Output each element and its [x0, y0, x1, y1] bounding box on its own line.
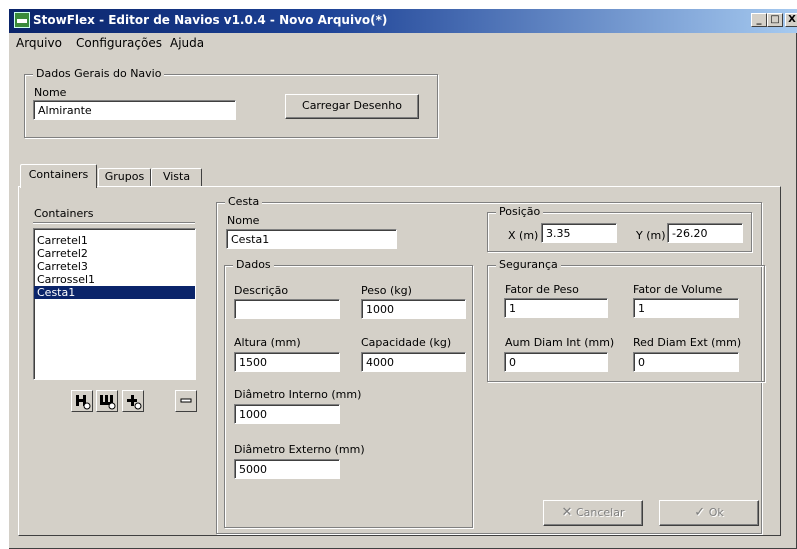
cesta-nome-label: Nome: [227, 214, 260, 227]
posicao-legend: Posição: [496, 205, 544, 218]
descricao-label: Descrição: [234, 284, 289, 297]
cesta-legend: Cesta: [225, 195, 263, 208]
red-diam-ext-label: Red Diam Ext (mm): [633, 336, 742, 349]
containers-title-divider: [33, 222, 195, 223]
capacidade-label: Capacidade (kg): [361, 336, 452, 349]
aum-diam-int-input[interactable]: 0: [504, 352, 608, 372]
peso-input[interactable]: 1000: [361, 299, 466, 319]
title-bar[interactable]: StowFlex - Editor de Navios v1.0.4 - Nov…: [9, 9, 797, 33]
minimize-button[interactable]: _: [751, 13, 767, 27]
cesta-nome-input[interactable]: Cesta1: [226, 229, 397, 249]
diametro-interno-label: Diâmetro Interno (mm): [234, 388, 362, 401]
altura-label: Altura (mm): [234, 336, 301, 349]
app-icon: [14, 12, 30, 28]
y-label: Y (m): [636, 229, 666, 242]
add-group-icon: [100, 395, 116, 410]
close-button[interactable]: X: [785, 13, 797, 27]
ok-label: Ok: [708, 506, 724, 519]
red-diam-ext-input[interactable]: 0: [633, 352, 739, 372]
containers-list-title: Containers: [34, 207, 94, 220]
diametro-interno-input[interactable]: 1000: [234, 404, 340, 424]
menu-configuracoes[interactable]: Configurações: [76, 36, 162, 50]
diametro-externo-label: Diâmetro Externo (mm): [234, 443, 365, 456]
carregar-desenho-button[interactable]: Carregar Desenho: [285, 94, 419, 119]
check-icon: ✓: [694, 505, 706, 520]
diametro-externo-input[interactable]: 5000: [234, 459, 340, 479]
cancelar-button[interactable]: ✕ Cancelar: [543, 500, 643, 526]
remove-icon: [180, 398, 192, 403]
fator-peso-input[interactable]: 1: [504, 298, 608, 318]
cancel-icon: ✕: [561, 505, 573, 520]
fator-volume-label: Fator de Volume: [633, 283, 723, 296]
navio-nome-label: Nome: [34, 86, 67, 99]
insert-icon: [127, 395, 142, 410]
fator-volume-input[interactable]: 1: [633, 298, 739, 318]
dados-legend: Dados: [233, 258, 274, 271]
aum-diam-int-label: Aum Diam Int (mm): [505, 336, 615, 349]
descricao-input[interactable]: [234, 299, 340, 319]
tab-containers[interactable]: Containers: [20, 164, 97, 188]
menu-ajuda[interactable]: Ajuda: [170, 36, 204, 50]
list-item[interactable]: Carretel1: [34, 234, 195, 247]
insert-button[interactable]: [122, 390, 144, 412]
menu-arquivo[interactable]: Arquivo: [16, 36, 62, 50]
tab-vista[interactable]: Vista: [151, 168, 202, 187]
add-container-icon: [76, 395, 91, 410]
maximize-button[interactable]: □: [767, 13, 783, 27]
window-title: StowFlex - Editor de Navios v1.0.4 - Nov…: [33, 13, 388, 27]
add-container-button[interactable]: [71, 390, 93, 412]
cancelar-label: Cancelar: [575, 506, 625, 519]
dados-gerais-legend: Dados Gerais do Navio: [33, 67, 165, 80]
list-item-selected[interactable]: Cesta1: [34, 286, 195, 299]
x-label: X (m): [508, 229, 539, 242]
ok-button[interactable]: ✓ Ok: [659, 500, 759, 526]
fator-peso-label: Fator de Peso: [505, 283, 579, 296]
list-item[interactable]: Carrossel1: [34, 273, 195, 286]
peso-label: Peso (kg): [361, 284, 412, 297]
y-input[interactable]: -26.20: [667, 223, 743, 243]
containers-listbox[interactable]: Carretel1 Carretel2 Carretel3 Carrossel1…: [33, 228, 196, 380]
navio-nome-input[interactable]: Almirante: [33, 100, 236, 120]
list-item[interactable]: Carretel3: [34, 260, 195, 273]
list-item[interactable]: Carretel2: [34, 247, 195, 260]
add-group-button[interactable]: [96, 390, 118, 412]
remove-button[interactable]: [175, 390, 197, 412]
x-input[interactable]: 3.35: [541, 223, 617, 243]
altura-input[interactable]: 1500: [234, 352, 340, 372]
seguranca-legend: Segurança: [496, 258, 561, 271]
capacidade-input[interactable]: 4000: [361, 352, 466, 372]
tab-grupos[interactable]: Grupos: [98, 168, 151, 187]
